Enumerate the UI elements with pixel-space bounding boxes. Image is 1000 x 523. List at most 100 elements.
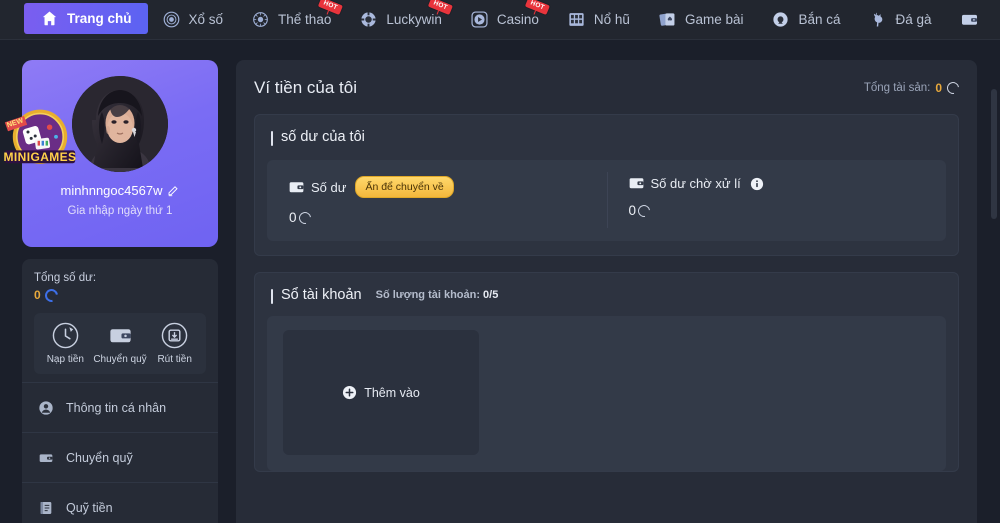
balance-pending-amount-row: 0 bbox=[628, 202, 925, 219]
balance-available-label-row: Số dư bbox=[289, 180, 346, 195]
accounts-panel: Sổ tài khoản Số lượng tài khoản: 0/5 Thêm… bbox=[254, 272, 959, 472]
quick-action-rut-tien[interactable]: Rút tiền bbox=[147, 322, 202, 365]
slot-machine-icon bbox=[567, 10, 586, 29]
balance-panel-title: số dư của tôi bbox=[271, 129, 365, 146]
fund-book-icon bbox=[38, 500, 54, 516]
scrollbar-thumb[interactable] bbox=[991, 89, 997, 219]
balance-box: Số dư Ấn để chuyển về 0 Số dư chờ xử lí … bbox=[267, 160, 946, 241]
minigames-badge[interactable]: NEW MINIGAMES bbox=[0, 100, 80, 180]
nav-label: Thể thao bbox=[278, 12, 332, 27]
accounts-count-value: 0/5 bbox=[483, 289, 499, 301]
profile-username: minhnngoc4567w bbox=[60, 183, 163, 198]
nav-item-da-ga[interactable]: Đá gà bbox=[855, 0, 946, 39]
balance-pending-amount: 0 bbox=[628, 203, 637, 218]
profile-username-row: minhnngoc4567w bbox=[61, 183, 180, 198]
quick-action-chuyen-quy[interactable]: Chuyển quỹ bbox=[93, 322, 148, 365]
quick-actions: Nạp tiền Chuyển quỹ Rút tiền bbox=[34, 313, 206, 374]
total-assets-value: 0 bbox=[935, 81, 942, 95]
page-title: Ví tiền của tôi bbox=[254, 78, 358, 97]
main-content-panel: Ví tiền của tôi Tổng tài sản: 0 số dư củ… bbox=[236, 60, 977, 523]
sidebar-item-label: Quỹ tiền bbox=[66, 500, 113, 515]
quick-action-label: Chuyển quỹ bbox=[93, 354, 147, 365]
nav-label: Nổ hũ bbox=[593, 12, 630, 27]
profile-card: NEW MINIGAMES minhnngoc4567w Gia nhập ng… bbox=[4, 60, 218, 247]
coin-icon bbox=[635, 202, 653, 219]
wallet-icon bbox=[629, 177, 644, 190]
quick-action-label: Rút tiền bbox=[157, 354, 192, 365]
balance-available-header: Số dư Ấn để chuyển về bbox=[289, 176, 585, 198]
accounts-panel-title: Sổ tài khoản bbox=[271, 287, 362, 304]
total-assets-label: Tổng tài sản: bbox=[863, 82, 931, 94]
add-account-button[interactable]: Thêm vào bbox=[283, 330, 479, 455]
nav-item-trang-chu[interactable]: Trang chủ bbox=[24, 3, 148, 34]
top-navigation-bar: Trang chủ Xổ số Thể thao HOT Luckywin HO… bbox=[0, 0, 1000, 40]
nav-item-no-hu[interactable]: Nổ hũ bbox=[553, 0, 644, 39]
nav-item-the-thao[interactable]: Thể thao HOT bbox=[237, 0, 345, 39]
balance-panel: số dư của tôi Số dư Ấn để chuyển về 0 Số… bbox=[254, 114, 959, 256]
nav-label: Game bài bbox=[684, 12, 744, 27]
transfer-wallet-icon bbox=[107, 322, 134, 349]
avatar[interactable] bbox=[72, 76, 168, 172]
play-circle-icon bbox=[470, 10, 489, 29]
sidebar-menu: Thông tin cá nhân Chuyển quỹ Quỹ tiền bbox=[22, 374, 218, 523]
badge-title-text: MINIGAMES bbox=[4, 150, 77, 164]
nav-label: Trang chủ bbox=[67, 11, 132, 26]
sidebar-item-chuyen-quy[interactable]: Chuyển quỹ bbox=[22, 432, 218, 482]
sidebar-item-label: Chuyển quỹ bbox=[66, 450, 133, 465]
wallet-icon bbox=[289, 181, 304, 194]
sidebar-balance-label: Tổng số dư: bbox=[34, 272, 97, 284]
rooster-icon bbox=[869, 10, 888, 29]
balance-pending-label-row: Số dư chờ xử lí bbox=[629, 176, 741, 191]
nav-label: Bắn cá bbox=[798, 12, 841, 27]
nav-item-wallet-overflow[interactable] bbox=[946, 0, 993, 39]
sidebar-balance-card: Tổng số dư: 0 Nạp tiền Chuyển quỹ Rút ti… bbox=[22, 259, 218, 374]
nav-item-xo-so[interactable]: Xổ số bbox=[148, 0, 238, 39]
cards-icon bbox=[658, 10, 677, 29]
sidebar-balance-value: 0 bbox=[34, 288, 41, 302]
sports-icon bbox=[251, 10, 270, 29]
total-assets: Tổng tài sản: 0 bbox=[863, 79, 962, 97]
nav-label: Đá gà bbox=[895, 12, 932, 27]
quick-action-label: Nạp tiền bbox=[46, 354, 84, 365]
balance-column-pending: Số dư chờ xử lí 0 bbox=[606, 172, 947, 228]
wallet-icon bbox=[38, 450, 54, 466]
scrollbar-track[interactable] bbox=[988, 41, 1000, 523]
quick-action-nap-tien[interactable]: Nạp tiền bbox=[38, 322, 93, 365]
nav-item-luckywin[interactable]: Luckywin HOT bbox=[345, 0, 456, 39]
lottery-icon bbox=[162, 10, 181, 29]
coin-icon bbox=[944, 79, 962, 97]
accounts-count-label: Số lượng tài khoản: bbox=[375, 289, 481, 301]
nav-item-game-bai[interactable]: Game bài bbox=[644, 0, 758, 39]
wallet-icon bbox=[960, 10, 979, 29]
balance-panel-header: số dư của tôi bbox=[255, 115, 958, 146]
balance-available-amount-row: 0 bbox=[289, 209, 585, 226]
nav-label: Luckywin bbox=[386, 12, 442, 27]
balance-available-amount: 0 bbox=[289, 210, 297, 225]
coin-icon bbox=[296, 209, 313, 226]
withdraw-icon bbox=[161, 322, 188, 349]
nav-item-casino[interactable]: Casino HOT bbox=[456, 0, 553, 39]
pencil-icon[interactable] bbox=[167, 185, 179, 197]
sidebar-item-label: Thông tin cá nhân bbox=[66, 400, 167, 415]
left-sidebar: NEW MINIGAMES minhnngoc4567w Gia nhập ng… bbox=[4, 60, 218, 523]
accounts-count: Số lượng tài khoản: 0/5 bbox=[376, 289, 499, 301]
transfer-back-button[interactable]: Ấn để chuyển về bbox=[355, 176, 454, 198]
accounts-panel-header: Sổ tài khoản Số lượng tài khoản: 0/5 bbox=[255, 273, 958, 304]
deposit-icon bbox=[52, 322, 79, 349]
nav-label: Casino bbox=[496, 12, 539, 27]
accounts-body: Thêm vào bbox=[267, 316, 946, 471]
plus-circle-icon bbox=[342, 385, 357, 400]
balance-column-available: Số dư Ấn để chuyển về 0 bbox=[267, 176, 607, 226]
info-icon[interactable] bbox=[750, 177, 764, 191]
balance-available-label: Số dư bbox=[311, 179, 347, 195]
nav-item-ban-ca[interactable]: Bắn cá bbox=[757, 0, 854, 39]
profile-join-text: Gia nhập ngày thứ 1 bbox=[67, 205, 173, 217]
home-icon bbox=[40, 9, 59, 28]
sidebar-item-thong-tin-ca-nhan[interactable]: Thông tin cá nhân bbox=[22, 382, 218, 432]
loading-spinner-icon bbox=[42, 285, 61, 305]
nav-label: Xổ số bbox=[188, 12, 224, 27]
fish-icon bbox=[771, 10, 790, 29]
sidebar-balance-value-row: 0 bbox=[34, 285, 206, 305]
sidebar-item-quy-tien[interactable]: Quỹ tiền bbox=[22, 482, 218, 523]
balance-pending-header: Số dư chờ xử lí bbox=[629, 176, 925, 191]
